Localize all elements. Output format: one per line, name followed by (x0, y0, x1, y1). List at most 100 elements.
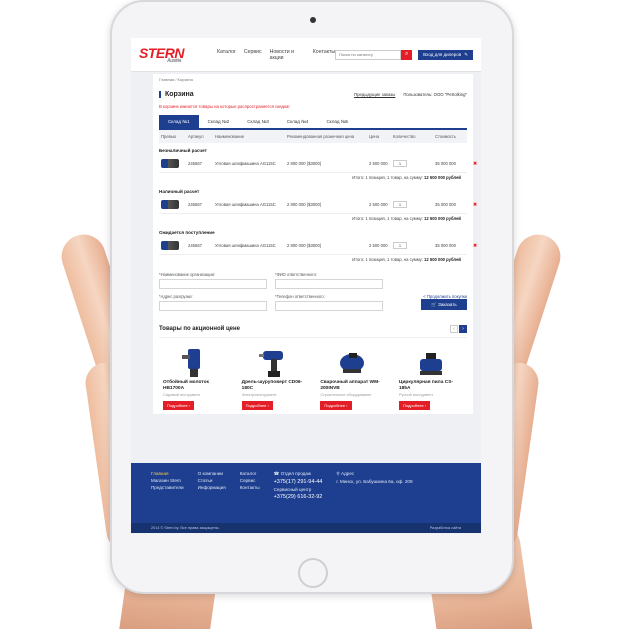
footer-link-info[interactable]: Информация (198, 485, 226, 490)
pencil-icon: ✎ (464, 51, 468, 57)
phone-field[interactable] (275, 301, 383, 311)
row-cost: 35 000 000 (435, 161, 456, 166)
remove-icon[interactable]: ✖ (473, 161, 481, 167)
row-name[interactable]: Угловая шлифмашина AG115C (215, 202, 285, 207)
site-header: STERN Austria Каталог Сервис Новости и ак… (131, 38, 481, 72)
hammer-image[interactable] (163, 346, 227, 380)
group-total: Итого: 1 позиция, 1 товар, на сумму: 12 … (352, 257, 461, 262)
row-name[interactable]: Угловая шлифмашина AG115C (215, 243, 285, 248)
product-card[interactable]: Дрель-шуруповерт CD06-180C Электроинстру… (241, 346, 306, 410)
search-box: ⌕ (335, 49, 413, 60)
fio-label: *ФИО ответственного: (275, 272, 318, 277)
more-button[interactable]: Подробнее › (320, 400, 352, 410)
col-qty: Количество (393, 134, 416, 139)
footer-link-about[interactable]: О компании (198, 471, 226, 476)
row-name[interactable]: Угловая шлифмашина AG115C (215, 161, 285, 166)
org-field[interactable] (159, 279, 267, 289)
row-article: 245567 (188, 202, 202, 207)
col-preview: Превью (161, 134, 177, 139)
breadcrumb[interactable]: Главная / Корзина (153, 74, 473, 85)
row-price: 2 500 000 (369, 243, 388, 248)
order-button[interactable]: 🛒 Заказать (421, 299, 467, 310)
next-arrow-icon[interactable]: › (459, 325, 467, 333)
group-title: Наличный расчет (159, 189, 200, 194)
footer-link-articles[interactable]: Статьи (198, 478, 226, 483)
footer-address: ⚲ Адрес г. Минск, ул. Бабушкина 6а, оф. … (336, 471, 413, 484)
footer-link-home[interactable]: Главная (151, 471, 184, 476)
fio-field[interactable] (275, 279, 383, 289)
more-button[interactable]: Подробнее › (241, 400, 273, 410)
address-field[interactable] (159, 301, 267, 311)
home-button[interactable] (298, 558, 328, 588)
row-article: 245567 (188, 243, 202, 248)
grinder-thumbnail[interactable] (161, 200, 179, 209)
group-total: Итого: 1 позиция, 1 товар, на сумму: 12 … (352, 216, 461, 221)
product-category: Ручной инструмент (398, 392, 434, 397)
saw-image[interactable] (399, 346, 463, 380)
tablet-screen: STERN Austria Каталог Сервис Новости и ак… (131, 38, 481, 534)
quantity-stepper[interactable]: 1 (393, 160, 407, 167)
quantity-stepper[interactable]: 1 (393, 242, 407, 249)
page-title: Корзина (159, 91, 194, 98)
product-card[interactable]: Циркулярная пила CS-185A Ручной инструме… (398, 346, 463, 410)
product-category: Строительное оборудование (320, 392, 372, 397)
product-name[interactable]: Отбойный молоток HB1700A (163, 380, 227, 392)
nav-news[interactable]: Новости и акции (270, 49, 305, 61)
row-price: 2 500 000 (369, 202, 388, 207)
tab-warehouse-3[interactable]: Склад №3 (238, 115, 278, 128)
search-icon[interactable]: ⌕ (401, 49, 413, 60)
promo-pager: ‹ › (450, 325, 467, 333)
footer-link-catalog[interactable]: Каталог (240, 471, 260, 476)
footer-link-contacts[interactable]: Контакты (240, 485, 260, 490)
row-cost: 35 000 000 (435, 202, 456, 207)
dealer-login-button[interactable]: Вход для дилеров ✎ (418, 49, 473, 60)
row-article: 245567 (188, 161, 202, 166)
footer-link-service[interactable]: Сервис (240, 478, 260, 483)
footer-phones: ☎ Отдел продаж +375(17) 291-94-44 Сервис… (273, 471, 323, 500)
quantity-stepper[interactable]: 1 (393, 201, 407, 208)
copyright: 2014 © Stern.by. Все права защищены. (151, 526, 220, 530)
nav-contacts[interactable]: Контакты (313, 49, 335, 61)
product-category: Садовый инструмент (163, 392, 201, 397)
group-title: Ожидается поступление (159, 230, 215, 235)
search-input[interactable] (335, 49, 402, 60)
service-label: Сервисный центр (273, 487, 312, 492)
tab-warehouse-1[interactable]: Склад №1 (159, 115, 199, 128)
grinder-thumbnail[interactable] (161, 159, 179, 168)
product-name[interactable]: Сварочный аппарат WM-200INVB (320, 380, 384, 392)
nav-catalog[interactable]: Каталог (217, 49, 236, 61)
table-row: 245567 Угловая шлифмашина AG115C 2 800 0… (159, 155, 477, 173)
product-name[interactable]: Дрель-шуруповерт CD06-180C (242, 380, 306, 392)
col-price: Цена (369, 134, 380, 139)
tab-warehouse-4[interactable]: Склад №4 (278, 115, 318, 128)
nav-service[interactable]: Сервис (244, 49, 262, 61)
drill-image[interactable] (242, 346, 306, 380)
prev-orders-link[interactable]: Предыдущие заказы (354, 92, 395, 97)
footer-link-shop[interactable]: Магазин Stern (151, 478, 184, 483)
product-card[interactable]: Сварочный аппарат WM-200INVB Строительно… (320, 346, 384, 410)
row-cost: 35 000 000 (435, 243, 456, 248)
continue-shopping-link[interactable]: < Продолжить покупки (391, 294, 467, 299)
discount-warning: В корзине имеются товары на которые расп… (159, 104, 290, 109)
grinder-thumbnail[interactable] (161, 241, 179, 250)
sales-phone[interactable]: +375(17) 291-94-44 (274, 479, 323, 485)
developer-link[interactable]: Разработка сайта (430, 526, 461, 530)
logo[interactable]: STERN Austria (139, 45, 209, 64)
more-button[interactable]: Подробнее › (398, 400, 431, 410)
welder-image[interactable] (320, 346, 384, 380)
product-name[interactable]: Циркулярная пила CS-185A (399, 380, 463, 392)
footer-link-reps[interactable]: Представители (151, 485, 184, 490)
footer-col-2: О компании Статьи Информация (198, 471, 226, 502)
service-phone[interactable]: +375(29) 616-32-92 (274, 494, 323, 500)
promo-products: Отбойный молоток HB1700A Садовый инструм… (153, 342, 473, 414)
table-header: Превью Артикул Наименование Рекомендован… (159, 130, 467, 143)
prev-arrow-icon[interactable]: ‹ (450, 325, 458, 333)
tab-warehouse-5[interactable]: Склад №5 (317, 115, 357, 128)
tab-warehouse-2[interactable]: Склад №2 (199, 115, 239, 128)
remove-icon[interactable]: ✖ (473, 243, 481, 249)
remove-icon[interactable]: ✖ (473, 202, 481, 208)
product-card[interactable]: Отбойный молоток HB1700A Садовый инструм… (163, 346, 227, 410)
more-button[interactable]: Подробнее › (163, 400, 195, 410)
cart-panel: Главная / Корзина Корзина Предыдущие зак… (153, 74, 477, 414)
order-form: *Наименование организации: *ФИО ответств… (153, 266, 473, 317)
